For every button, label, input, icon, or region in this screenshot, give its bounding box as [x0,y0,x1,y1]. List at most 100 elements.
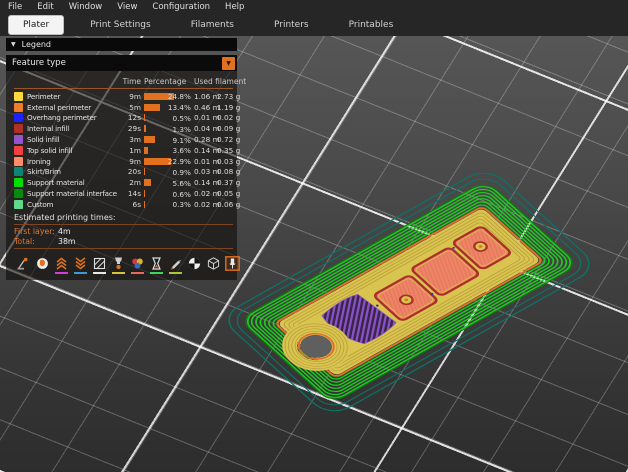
first-layer-label: First layer: [14,227,58,236]
feature-color-swatch [14,167,23,176]
feature-time: 9m [120,157,141,166]
feature-color-swatch [14,146,23,155]
feature-label: Skirt/Brim [27,167,117,176]
custom-gcodes-icon[interactable] [168,256,183,274]
tab-plater[interactable]: Plater [8,15,64,35]
feature-time: 14s [120,189,141,198]
total-value: 38m [58,237,233,246]
tab-filaments[interactable]: Filaments [177,16,248,34]
feature-time: 20s [120,167,141,176]
feature-color-swatch [14,135,23,144]
color-changes-icon[interactable] [130,256,145,274]
dropdown-arrow-button[interactable]: ▼ [222,57,235,70]
legend-pin-icon[interactable] [225,256,240,274]
retractions-icon[interactable] [54,256,69,274]
column-percentage: Percentage [144,77,191,86]
shells-icon[interactable] [206,256,221,274]
3d-viewport[interactable]: ▼ Legend Feature type ▼ Time Percentage … [0,36,628,472]
estimated-times-heading: Estimated printing times: [14,213,233,222]
percentage-bar [144,179,151,186]
menu-item-view[interactable]: View [117,2,137,12]
feature-row: Solid infill 3m 9.1% 0.28 m 0.72 g [14,134,233,145]
feature-percentage: 0.9% [172,168,191,177]
total-label: Total: [14,237,58,246]
column-time: Time [120,77,141,86]
percentage-bar [144,168,145,175]
feature-length: 0.28 m [194,135,214,144]
menu-item-help[interactable]: Help [225,2,244,12]
center-of-gravity-icon[interactable] [187,256,202,274]
feature-weight: 1.19 g [217,103,239,112]
feature-color-swatch [14,92,23,101]
feature-label: Top solid infill [27,146,117,155]
view-type-dropdown[interactable]: Feature type ▼ [6,55,237,71]
percentage-bar [144,125,146,132]
feature-label: Solid infill [27,135,117,144]
feature-weight: 2.73 g [217,92,239,101]
feature-length: 0.03 m [194,167,214,176]
feature-row: Ironing 9m 22.9% 0.01 m 0.03 g [14,156,233,167]
feature-length: 0.01 m [194,113,214,122]
feature-row: Support material 2m 5.6% 0.14 m 0.37 g [14,177,233,188]
percentage-bar [144,147,148,154]
feature-length: 0.14 m [194,146,214,155]
first-layer-time-row: First layer: 4m [14,227,233,237]
feature-row: Skirt/Brim 20s 0.9% 0.03 m 0.08 g [14,167,233,178]
feature-time: 2m [120,178,141,187]
feature-label: External perimeter [27,103,117,112]
dropdown-arrow-icon: ▼ [226,60,231,67]
tab-bar: Plater Print Settings Filaments Printers Pri… [0,13,628,36]
feature-percentage: 3.6% [172,146,191,155]
feature-weight: 0.02 g [217,113,239,122]
feature-label: Support material [27,178,117,187]
feature-time: 5m [120,103,141,112]
percentage-bar [144,104,160,111]
tab-printables[interactable]: Printables [335,16,408,34]
menu-item-configuration[interactable]: Configuration [152,2,210,12]
feature-length: 0.04 m [194,124,214,133]
feature-label: Internal infill [27,124,117,133]
tool-changes-icon[interactable] [111,256,126,274]
feature-row: Perimeter 9m 24.8% 1.06 m 2.73 g [14,91,233,102]
feature-percentage: 0.5% [172,114,191,123]
percentage-bar [144,114,145,121]
percentage-bar [144,136,155,143]
view-options-toolbar [14,251,233,277]
tab-printers[interactable]: Printers [260,16,323,34]
legend-header[interactable]: ▼ Legend [6,38,237,51]
feature-weight: 0.09 g [217,124,239,133]
feature-percentage: 24.8% [168,92,191,101]
pause-prints-icon[interactable] [149,256,164,274]
feature-row: Internal infill 29s 1.3% 0.04 m 0.09 g [14,123,233,134]
tab-print-settings[interactable]: Print Settings [76,16,164,34]
feature-length: 0.14 m [194,178,214,187]
feature-length: 0.02 m [194,200,214,209]
travel-moves-icon[interactable] [16,256,31,274]
feature-percentage: 22.9% [168,157,191,166]
menu-item-file[interactable]: File [8,2,22,12]
feature-weight: 0.03 g [217,157,239,166]
legend-title: Legend [22,40,51,49]
wipe-moves-icon[interactable] [35,256,50,274]
feature-time: 6s [120,200,141,209]
feature-color-swatch [14,113,23,122]
view-type-value: Feature type [12,58,66,68]
collapse-icon: ▼ [11,42,16,48]
feature-length: 0.01 m [194,157,214,166]
feature-color-swatch [14,124,23,133]
percentage-bar [144,190,145,197]
column-used-filament: Used filament [194,77,239,86]
menu-item-edit[interactable]: Edit [37,2,53,12]
total-time-row: Total: 38m [14,237,233,247]
legend-panel: ▼ Legend Feature type ▼ Time Percentage … [6,38,237,280]
menu-item-window[interactable]: Window [69,2,103,12]
feature-length: 0.02 m [194,189,214,198]
deretractions-icon[interactable] [73,256,88,274]
seams-icon[interactable] [92,256,107,274]
feature-percentage: 0.6% [172,190,191,199]
feature-row: Top solid infill 1m 3.6% 0.14 m 0.35 g [14,145,233,156]
feature-weight: 0.08 g [217,167,239,176]
feature-time: 12s [120,113,141,122]
feature-time: 3m [120,135,141,144]
feature-row: Support material interface 14s 0.6% 0.02… [14,188,233,199]
